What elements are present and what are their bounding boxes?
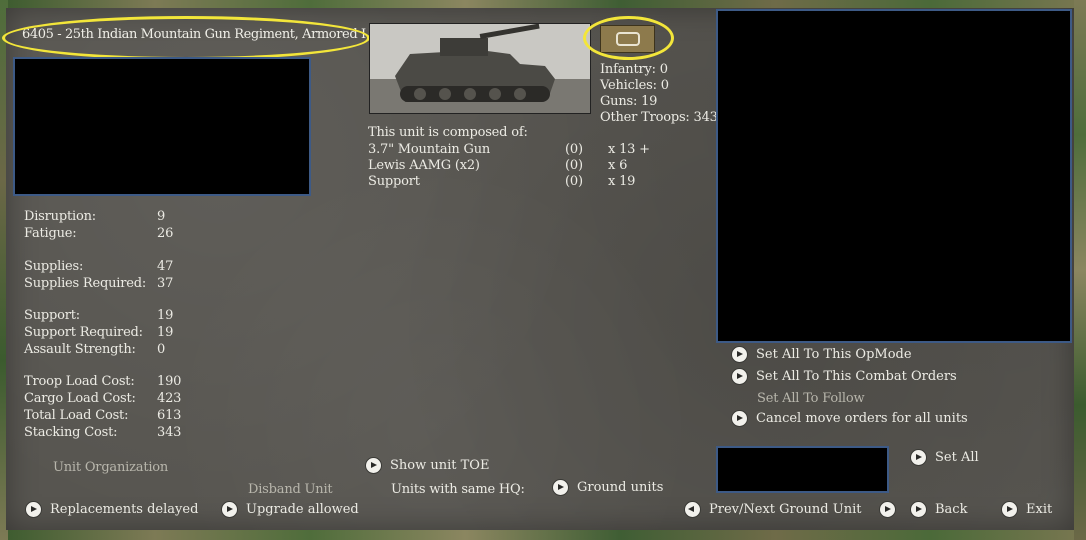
composition-name: Support	[368, 174, 420, 189]
disband-unit-label: Disband Unit	[248, 482, 333, 497]
guns-count: Guns: 19	[600, 94, 658, 109]
cancel-move-orders-label: Cancel move orders for all units	[756, 411, 968, 426]
disruption-value: 9	[157, 209, 166, 224]
show-unit-toe-button[interactable]: Show unit TOE	[366, 458, 489, 473]
ground-units-label: Ground units	[577, 480, 664, 495]
set-all-opmode-button[interactable]: Set All To This OpMode	[732, 347, 912, 362]
units-same-hq-label: Units with same HQ:	[391, 482, 525, 497]
map-background-bottom	[0, 530, 1086, 540]
arrow-right-icon	[732, 411, 747, 426]
assault-strength-value: 0	[157, 342, 166, 357]
prev-unit-button[interactable]: Prev/Next Ground Unit	[685, 502, 861, 517]
replacements-delayed-button[interactable]: Replacements delayed	[26, 502, 198, 517]
set-all-opmode-label: Set All To This OpMode	[756, 347, 912, 362]
composition-name: Lewis AAMG (x2)	[368, 158, 480, 173]
unit-photo	[369, 23, 591, 114]
fatigue-label: Fatigue:	[24, 226, 77, 241]
arrow-right-icon	[732, 369, 747, 384]
composition-count: x 13 +	[608, 142, 650, 157]
support-label: Support:	[24, 308, 80, 323]
vehicles-count: Vehicles: 0	[600, 78, 669, 93]
arrow-right-icon	[366, 458, 381, 473]
back-label: Back	[935, 502, 968, 517]
stacking-cost-label: Stacking Cost:	[24, 425, 118, 440]
set-all-combat-orders-label: Set All To This Combat Orders	[756, 369, 957, 384]
unit-organization-label: Unit Organization	[53, 460, 169, 475]
composition-damaged: (0)	[565, 142, 583, 157]
arrow-right-icon	[26, 502, 41, 517]
total-load-cost-value: 613	[157, 408, 182, 423]
arrow-right-icon	[553, 480, 568, 495]
back-button[interactable]: Back	[911, 502, 967, 517]
icon-highlight-ellipse	[583, 16, 674, 60]
arrow-left-icon	[685, 502, 700, 517]
composition-header: This unit is composed of:	[368, 125, 528, 140]
supplies-required-label: Supplies Required:	[24, 276, 147, 291]
arrow-right-icon	[732, 347, 747, 362]
upgrade-allowed-button[interactable]: Upgrade allowed	[222, 502, 359, 517]
tank-image	[370, 24, 590, 113]
infantry-count: Infantry: 0	[600, 62, 668, 77]
support-required-value: 19	[157, 325, 174, 340]
upgrade-allowed-label: Upgrade allowed	[246, 502, 359, 517]
arrow-right-icon	[1002, 502, 1017, 517]
arrow-right-icon	[911, 502, 926, 517]
ground-units-button[interactable]: Ground units	[553, 480, 663, 495]
composition-count: x 19	[608, 174, 636, 189]
show-unit-toe-label: Show unit TOE	[390, 458, 490, 473]
assault-strength-label: Assault Strength:	[24, 342, 136, 357]
composition-name: 3.7" Mountain Gun	[368, 142, 491, 157]
support-value: 19	[157, 308, 174, 323]
set-all-button[interactable]: Set All	[911, 450, 979, 465]
stacking-cost-value: 343	[157, 425, 182, 440]
arrow-right-icon	[911, 450, 926, 465]
exit-label: Exit	[1026, 502, 1053, 517]
set-all-label: Set All	[935, 450, 979, 465]
prev-next-label: Prev/Next Ground Unit	[709, 502, 862, 517]
title-highlight-ellipse	[2, 16, 370, 60]
cargo-load-cost-label: Cargo Load Cost:	[24, 391, 136, 406]
supplies-required-value: 37	[157, 276, 174, 291]
arrow-right-icon	[222, 502, 237, 517]
troop-load-cost-value: 190	[157, 374, 182, 389]
hq-info-box	[716, 9, 1072, 343]
set-all-follow-label: Set All To Follow	[757, 391, 865, 406]
exit-button[interactable]: Exit	[1002, 502, 1052, 517]
other-troops-count: Other Troops: 343	[600, 110, 718, 125]
replacements-delayed-label: Replacements delayed	[50, 502, 199, 517]
supplies-value: 47	[157, 259, 174, 274]
composition-damaged: (0)	[565, 158, 583, 173]
set-all-combat-orders-button[interactable]: Set All To This Combat Orders	[732, 369, 957, 384]
arrow-right-icon	[880, 502, 895, 517]
troop-load-cost-label: Troop Load Cost:	[24, 374, 135, 389]
supplies-label: Supplies:	[24, 259, 84, 274]
total-load-cost-label: Total Load Cost:	[24, 408, 129, 423]
cancel-move-orders-button[interactable]: Cancel move orders for all units	[732, 411, 968, 426]
composition-count: x 6	[608, 158, 628, 173]
composition-damaged: (0)	[565, 174, 583, 189]
fatigue-value: 26	[157, 226, 174, 241]
leader-info-box	[13, 57, 311, 196]
disruption-label: Disruption:	[24, 209, 96, 224]
map-background-right	[1074, 0, 1086, 540]
next-unit-button[interactable]	[880, 502, 895, 517]
cargo-load-cost-value: 423	[157, 391, 182, 406]
set-all-selection-box[interactable]	[716, 446, 889, 493]
support-required-label: Support Required:	[24, 325, 143, 340]
